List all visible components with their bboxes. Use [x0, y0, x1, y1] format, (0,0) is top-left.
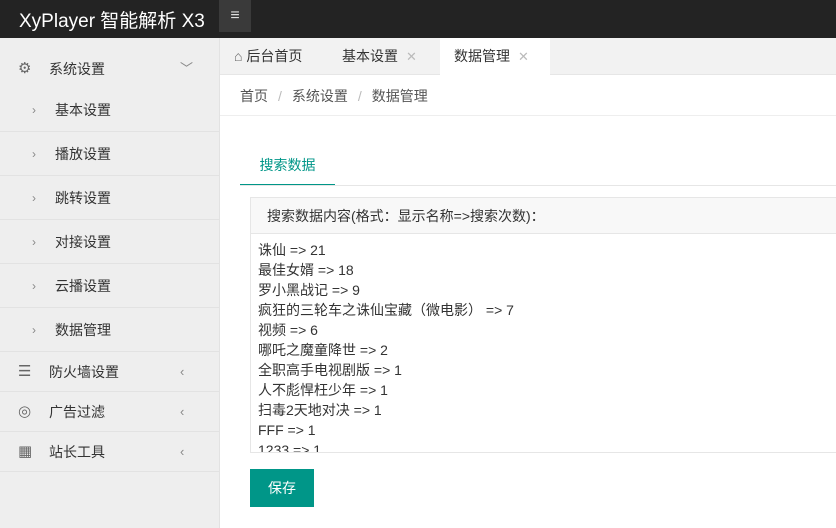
sidebar-item-data[interactable]: › 数据管理: [0, 308, 219, 352]
panel-title: 搜索数据内容(格式：显示名称=>搜索次数)：: [251, 198, 836, 234]
sidebar-group-tools[interactable]: ▦ 站长工具 ‹: [0, 432, 219, 472]
sidebar-group-label: 防火墙设置: [49, 364, 119, 380]
divider: [220, 115, 836, 116]
breadcrumb-item[interactable]: 首页: [240, 88, 268, 104]
sidebar-item-label: 播放设置: [55, 146, 111, 162]
sidebar-group-label: 系统设置: [49, 61, 105, 77]
chevron-right-icon: ›: [32, 103, 36, 117]
tab-label: 数据管理: [454, 48, 510, 64]
sidebar-item-label: 云播设置: [55, 278, 111, 294]
sidebar-item-label: 对接设置: [55, 234, 111, 250]
chevron-right-icon: ›: [32, 147, 36, 161]
sidebar-group-ad-filter[interactable]: ◎ 广告过滤 ‹: [0, 392, 219, 432]
tab-label: 后台首页: [246, 48, 303, 64]
menu-toggle-button[interactable]: ≡: [219, 0, 251, 32]
tab-label: 基本设置: [342, 48, 398, 64]
sidebar-item-jump[interactable]: › 跳转设置: [0, 176, 219, 220]
sidebar-item-label: 基本设置: [55, 102, 111, 118]
sidebar-group-system[interactable]: ⚙ 系统设置 ﹀: [0, 38, 219, 88]
chevron-right-icon: ›: [32, 323, 36, 337]
sidebar-item-label: 数据管理: [55, 322, 111, 338]
chevron-right-icon: ›: [32, 279, 36, 293]
tab-data-management[interactable]: 数据管理 ✕: [440, 38, 550, 75]
close-icon[interactable]: ✕: [518, 49, 529, 64]
breadcrumb-item: 数据管理: [371, 88, 428, 104]
top-header: XyPlayer 智能解析 X3 ≡: [0, 0, 836, 38]
chevron-right-icon: ›: [32, 191, 36, 205]
sidebar-group-label: 广告过滤: [49, 404, 105, 420]
breadcrumb-item[interactable]: 系统设置: [292, 88, 348, 104]
sidebar-item-connect[interactable]: › 对接设置: [0, 220, 219, 264]
app-title: XyPlayer 智能解析 X3: [19, 11, 205, 32]
chevron-right-icon: ›: [32, 235, 36, 249]
sidebar-group-label: 站长工具: [49, 444, 105, 460]
search-data-textarea[interactable]: [251, 234, 836, 452]
page-tabs: ⌂ 后台首页 基本设置 ✕ 数据管理 ✕: [220, 38, 836, 75]
tab-basic-settings[interactable]: 基本设置 ✕: [342, 38, 417, 75]
chevron-left-icon: ‹: [180, 444, 185, 459]
sidebar-item-basic[interactable]: › 基本设置: [0, 88, 219, 132]
tab-search-data[interactable]: 搜索数据: [240, 150, 335, 186]
tab-home[interactable]: ⌂ 后台首页: [234, 38, 302, 75]
chart-icon: ◎: [18, 403, 32, 420]
breadcrumb: 首页 / 系统设置 / 数据管理: [240, 88, 428, 104]
sidebar-item-play[interactable]: › 播放设置: [0, 132, 219, 176]
divider: [240, 185, 836, 186]
sidebar-item-cloud[interactable]: › 云播设置: [0, 264, 219, 308]
sidebar: ⚙ 系统设置 ﹀ › 基本设置 › 播放设置 › 跳转设置 › 对接设置 › 云播设置 ›…: [0, 38, 220, 528]
chevron-left-icon: ‹: [180, 364, 185, 379]
search-data-panel: 搜索数据内容(格式：显示名称=>搜索次数)：: [250, 197, 836, 453]
grid-icon: ▦: [18, 443, 33, 460]
home-icon: ⌂: [234, 48, 243, 64]
hamburger-icon: ≡: [230, 7, 240, 24]
list-icon: ☰: [18, 363, 32, 380]
sidebar-item-label: 跳转设置: [55, 190, 111, 206]
sidebar-group-firewall[interactable]: ☰ 防火墙设置 ‹: [0, 352, 219, 392]
close-icon[interactable]: ✕: [406, 49, 417, 64]
save-button[interactable]: 保存: [250, 469, 314, 507]
chevron-left-icon: ‹: [180, 404, 185, 419]
